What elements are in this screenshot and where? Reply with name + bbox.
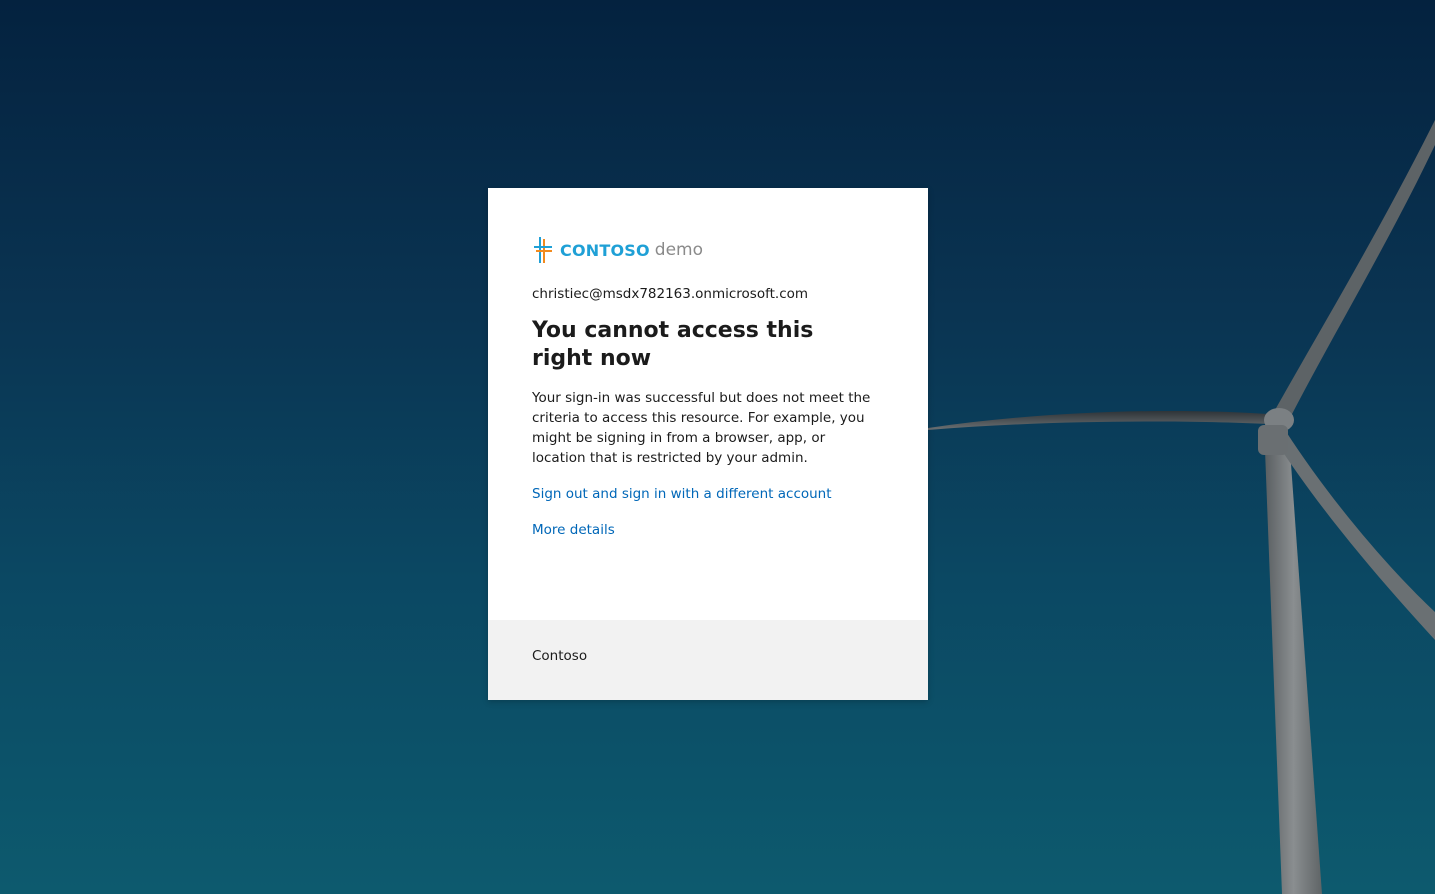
logo-suffix-text: demo bbox=[654, 240, 703, 260]
error-description: Your sign-in was successful but does not… bbox=[532, 390, 871, 466]
sign-out-link[interactable]: Sign out and sign in with a different ac… bbox=[532, 484, 884, 504]
more-details-link[interactable]: More details bbox=[532, 520, 884, 540]
page-title: You cannot access this right now bbox=[532, 318, 814, 371]
contoso-logo-icon bbox=[534, 237, 552, 263]
account-email: christiec@msdx782163.onmicrosoft.com bbox=[532, 286, 809, 302]
page-background: CONTOSO demo christiec@msdx782163.onmicr… bbox=[0, 0, 1435, 894]
sign-in-card: CONTOSO demo christiec@msdx782163.onmicr… bbox=[488, 188, 928, 700]
footer-company-name: Contoso bbox=[532, 648, 588, 664]
company-logo: CONTOSO demo bbox=[532, 234, 884, 266]
logo-brand-text: CONTOSO bbox=[560, 240, 650, 260]
card-footer: Contoso bbox=[488, 620, 928, 700]
card-body: CONTOSO demo christiec@msdx782163.onmicr… bbox=[532, 234, 884, 540]
